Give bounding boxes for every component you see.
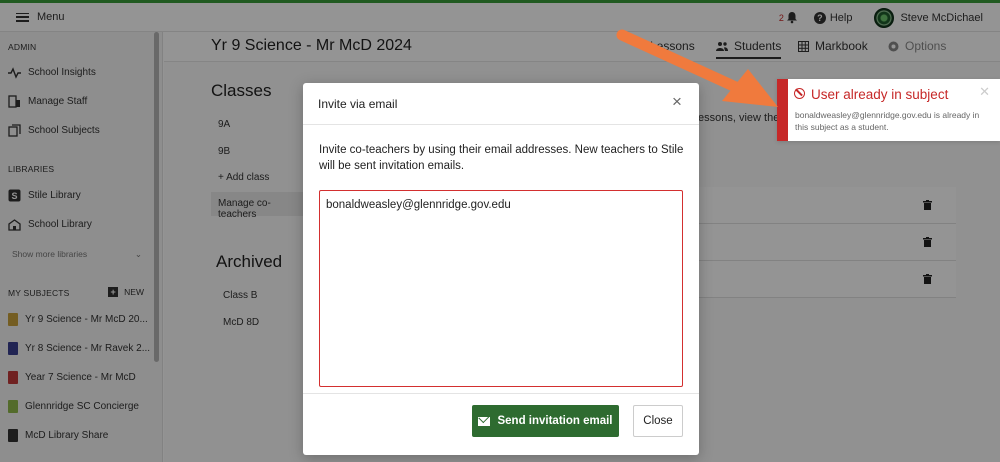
error-toast: User already in subject ✕ bonaldweasley@… [777,79,1000,141]
toast-message: bonaldweasley@glennridge.gov.edu is alre… [795,110,980,132]
toast-title: User already in subject [811,87,949,102]
email-addresses-input[interactable]: bonaldweasley@glennridge.gov.edu [319,190,683,387]
modal-description: Invite co-teachers by using their email … [319,144,684,172]
send-invitation-button[interactable]: Send invitation email [472,405,619,437]
modal-title: Invite via email [318,97,398,111]
envelope-icon [478,416,491,426]
send-button-label: Send invitation email [497,415,613,427]
toast-close-icon[interactable]: ✕ [979,84,990,100]
modal-footer: Send invitation email Close [303,393,699,455]
annotation-arrow-icon [616,29,778,107]
close-button[interactable]: Close [633,405,683,437]
prohibited-icon [794,88,805,99]
invite-modal: Invite via email × Invite co-teachers by… [303,83,699,455]
